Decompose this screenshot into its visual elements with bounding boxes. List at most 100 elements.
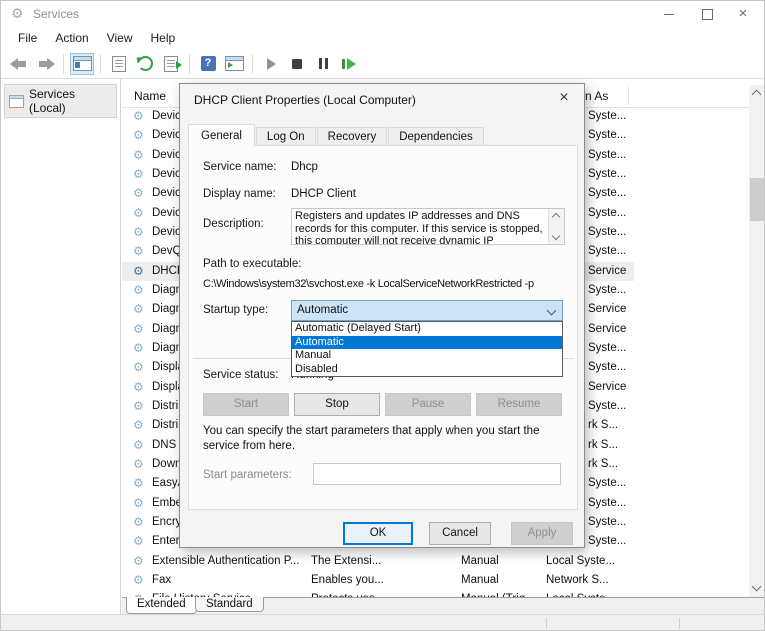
dialog-title: DHCP Client Properties (Local Computer) (194, 93, 416, 107)
dropdown-option-automatic[interactable]: Automatic (292, 336, 562, 350)
status-bar (1, 614, 765, 631)
service-logon-cell: rk S... (588, 458, 618, 470)
extended-view-icon[interactable] (222, 53, 246, 75)
dialog-tabs: GeneralLog OnRecoveryDependencies (188, 125, 485, 146)
service-row[interactable]: ⚙Extensible Authentication P...The Exten… (122, 552, 749, 571)
restart-icon[interactable] (337, 53, 361, 75)
dialog-tab-recovery[interactable]: Recovery (317, 127, 388, 146)
column-header-logon-as[interactable]: n As (585, 89, 608, 103)
resume-service-button[interactable]: Resume (476, 393, 562, 416)
service-gear-icon: ⚙ (133, 109, 144, 123)
help-icon[interactable] (196, 53, 220, 75)
tree-item-services-local[interactable]: Services (Local) (4, 84, 117, 118)
service-logon-cell: Syste... (588, 284, 626, 296)
ok-button[interactable]: OK (343, 522, 413, 545)
menu-bar: FileActionViewHelp (1, 27, 764, 49)
display-name-label: Display name: (203, 188, 276, 200)
service-logon-cell: Syste... (588, 400, 626, 412)
menu-item-action[interactable]: Action (46, 29, 97, 47)
dhcp-properties-dialog: DHCP Client Properties (Local Computer) … (179, 83, 585, 548)
forward-icon[interactable] (33, 53, 57, 75)
toolbar (1, 49, 764, 79)
service-gear-icon: ⚙ (133, 148, 144, 162)
toolbar-separator (63, 54, 64, 74)
service-gear-icon: ⚙ (133, 573, 144, 587)
service-gear-icon: ⚙ (133, 515, 144, 529)
pause-icon[interactable] (311, 53, 335, 75)
start-parameters-input[interactable] (313, 463, 561, 485)
startup-type-combobox[interactable]: Automatic (291, 300, 563, 321)
service-logon-cell: Syste... (588, 361, 626, 373)
close-button[interactable]: × (726, 1, 760, 27)
startup-type-label: Startup type: (203, 304, 268, 316)
service-description-cell: The Extensi... (311, 555, 381, 567)
tab-extended[interactable]: Extended (126, 597, 197, 614)
service-name-cell: Diagn (152, 323, 182, 335)
description-box: Registers and updates IP addresses and D… (291, 208, 565, 245)
pause-service-button[interactable]: Pause (385, 393, 471, 416)
menu-item-file[interactable]: File (9, 29, 46, 47)
service-name-cell: Diagn (152, 284, 182, 296)
back-icon[interactable] (7, 53, 31, 75)
window-title: Services (33, 7, 79, 21)
cancel-button[interactable]: Cancel (429, 522, 491, 545)
service-gear-icon: ⚙ (133, 380, 144, 394)
service-gear-icon: ⚙ (133, 341, 144, 355)
maximize-button[interactable] (690, 1, 724, 27)
description-scrollbar[interactable] (548, 209, 564, 244)
service-logon-cell: Network S... (546, 574, 609, 586)
dialog-tab-general[interactable]: General (188, 124, 255, 147)
menu-item-view[interactable]: View (98, 29, 142, 47)
title-bar: ⚙ Services × (1, 1, 764, 27)
service-name-label: Service name: (203, 161, 277, 173)
service-gear-icon: ⚙ (133, 554, 144, 568)
path-label: Path to executable: (203, 258, 301, 270)
service-logon-cell: Service (588, 303, 626, 315)
scroll-down-icon[interactable] (749, 581, 765, 597)
service-name-cell: Diagn (152, 342, 182, 354)
start-service-button[interactable]: Start (203, 393, 289, 416)
service-row[interactable]: ⚙FaxEnables you...ManualNetwork S... (122, 571, 749, 590)
service-gear-icon: ⚙ (133, 206, 144, 220)
scrollbar-thumb[interactable] (750, 178, 764, 221)
service-logon-cell: Service (588, 265, 626, 277)
service-gear-icon: ⚙ (133, 283, 144, 297)
vertical-scrollbar[interactable] (749, 85, 765, 597)
show-console-tree-icon[interactable] (70, 53, 94, 75)
service-startup-cell: Manual (461, 555, 499, 567)
toolbar-separator (252, 54, 253, 74)
service-logon-cell: Service (588, 323, 626, 335)
dropdown-option-automatic-delayed-start-[interactable]: Automatic (Delayed Start) (292, 322, 562, 336)
toolbar-separator (100, 54, 101, 74)
dialog-tab-log-on[interactable]: Log On (256, 127, 316, 146)
service-logon-cell: rk S... (588, 439, 618, 451)
play-icon[interactable] (259, 53, 283, 75)
scroll-down-icon[interactable] (552, 232, 560, 240)
service-logon-cell: Syste... (588, 129, 626, 141)
menu-item-help[interactable]: Help (142, 29, 185, 47)
apply-button[interactable]: Apply (511, 522, 573, 545)
scroll-up-icon[interactable] (552, 213, 560, 221)
column-header-name[interactable]: Name (134, 89, 166, 103)
tab-standard[interactable]: Standard (195, 597, 264, 612)
properties-icon[interactable] (107, 53, 131, 75)
scroll-up-icon[interactable] (749, 85, 765, 101)
service-description-cell: Enables you... (311, 574, 384, 586)
dropdown-option-manual[interactable]: Manual (292, 349, 562, 363)
tree-item-label: Services (Local) (29, 87, 112, 115)
service-logon-cell: Syste... (588, 110, 626, 122)
statusbar-divider (546, 618, 547, 629)
column-divider[interactable] (628, 87, 629, 105)
service-startup-cell: Manual (461, 574, 499, 586)
dialog-close-icon[interactable]: × (555, 89, 573, 107)
general-tab-page: Service name: Dhcp Display name: DHCP Cl… (188, 145, 578, 510)
export-list-icon[interactable] (159, 53, 183, 75)
service-gear-icon: ⚙ (133, 418, 144, 432)
stop-service-button[interactable]: Stop (294, 393, 380, 416)
dropdown-option-disabled[interactable]: Disabled (292, 363, 562, 377)
service-row[interactable]: ⚙File History ServiceProtects use...Manu… (122, 590, 749, 597)
dialog-tab-dependencies[interactable]: Dependencies (388, 127, 484, 146)
refresh-icon[interactable] (133, 53, 157, 75)
minimize-button[interactable] (652, 1, 686, 27)
stop-icon[interactable] (285, 53, 309, 75)
